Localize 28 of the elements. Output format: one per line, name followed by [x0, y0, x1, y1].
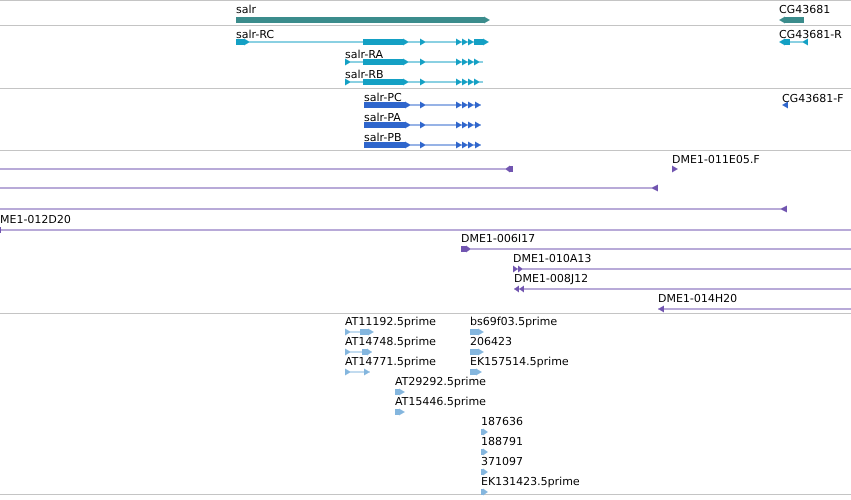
feature-label: CG43681-R: [779, 28, 842, 41]
feature-label: DME1-006I17: [461, 232, 536, 245]
feature-label: salr-RC: [236, 28, 274, 41]
feature-label: salr: [236, 3, 256, 16]
feature-label: 188791: [481, 435, 523, 448]
feature-label: salr-RB: [345, 68, 384, 81]
feature-label: AT14771.5prime: [345, 355, 436, 368]
feature-label: AT11192.5prime: [345, 315, 436, 328]
feature-label: CG43681-F: [782, 92, 844, 105]
feature-label: CG43681: [779, 3, 830, 16]
feature-label: AT29292.5prime: [395, 375, 486, 388]
feature-label: DME1-014H20: [658, 292, 738, 305]
feature-label: 371097: [481, 455, 523, 468]
feature-label: EK157514.5prime: [470, 355, 569, 368]
feature-label: DME1-010A13: [513, 252, 592, 265]
feature-label: salr-PA: [364, 111, 401, 124]
feature-label: 187636: [481, 415, 523, 428]
feature-label: DME1-011E05.F: [672, 153, 760, 166]
feature-label: salr-PB: [364, 131, 402, 144]
feature-label: AT14748.5prime: [345, 335, 436, 348]
feature-label: salr-RA: [345, 48, 384, 61]
feature-label: AT15446.5prime: [395, 395, 486, 408]
feature-label: ME1-012D20: [0, 213, 71, 226]
feature-label: salr-PC: [364, 91, 402, 104]
feature-label: EK131423.5prime: [481, 475, 580, 488]
feature-label: DME1-008J12: [514, 272, 588, 285]
feature-label: 206423: [470, 335, 512, 348]
feature-label: bs69f03.5prime: [470, 315, 558, 328]
